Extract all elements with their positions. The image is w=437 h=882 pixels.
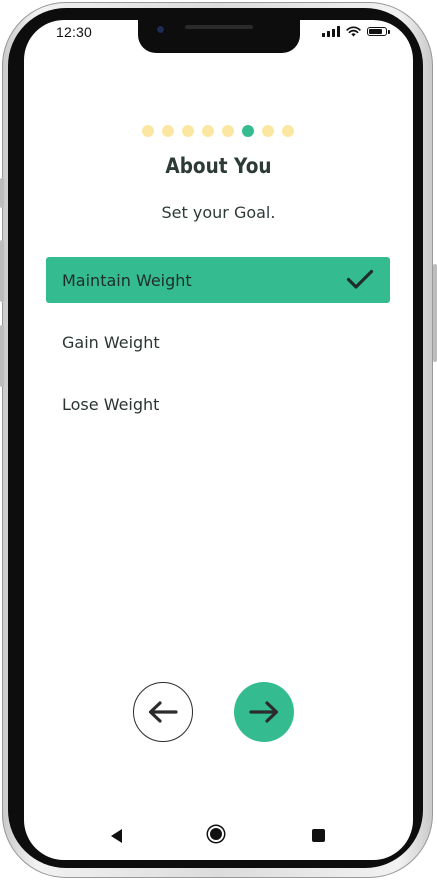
back-triangle-icon[interactable] <box>111 829 122 843</box>
option-gain-weight[interactable]: Gain Weight <box>46 319 390 365</box>
recents-square-icon[interactable] <box>312 829 325 842</box>
progress-dot <box>182 125 194 137</box>
front-camera <box>157 26 164 33</box>
next-button[interactable] <box>234 682 294 742</box>
earpiece-speaker <box>185 25 253 29</box>
page-subtitle: Set your Goal. <box>161 203 276 222</box>
progress-stepper <box>142 125 294 137</box>
progress-dot <box>222 125 234 137</box>
signal-icon <box>322 26 340 37</box>
progress-dot <box>202 125 214 137</box>
status-icons <box>322 26 390 37</box>
progress-dot <box>282 125 294 137</box>
status-time: 12:30 <box>56 24 93 40</box>
option-label: Gain Weight <box>62 332 160 352</box>
checkmark-icon <box>346 269 374 289</box>
system-navigation-bar <box>24 826 413 846</box>
option-label: Maintain Weight <box>62 270 192 290</box>
progress-dot-active <box>242 125 254 137</box>
volume-down-button <box>0 325 4 387</box>
page-title: About You <box>165 154 272 178</box>
progress-dot <box>162 125 174 137</box>
wifi-icon <box>346 26 361 37</box>
option-label: Lose Weight <box>62 394 160 414</box>
arrow-left-icon <box>148 701 178 723</box>
progress-dot <box>262 125 274 137</box>
option-lose-weight[interactable]: Lose Weight <box>46 381 390 427</box>
notch <box>138 20 300 53</box>
power-button <box>433 264 437 362</box>
option-maintain-weight[interactable]: Maintain Weight <box>46 257 390 303</box>
back-button[interactable] <box>133 682 193 742</box>
battery-icon <box>367 27 390 36</box>
app-screen: 12:30 About You Set your Goal. Maintain … <box>24 20 413 860</box>
arrow-right-icon <box>249 701 279 723</box>
progress-dot <box>142 125 154 137</box>
mute-switch <box>0 178 4 208</box>
volume-up-button <box>0 240 4 302</box>
home-circle-icon[interactable] <box>210 828 222 840</box>
